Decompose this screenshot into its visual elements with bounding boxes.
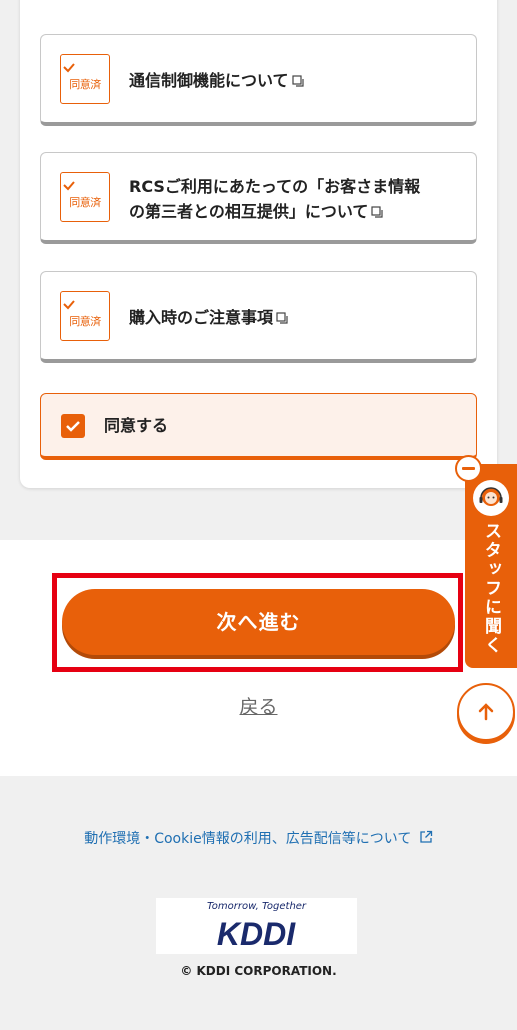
scroll-to-top-button[interactable]	[457, 683, 515, 741]
check-icon	[63, 181, 75, 191]
badge-label: 同意済	[69, 196, 101, 209]
external-doc-icon	[276, 312, 288, 324]
agree-checkbox-row[interactable]: 同意する	[40, 393, 477, 460]
agree-checkbox[interactable]	[61, 414, 85, 438]
badge-label: 同意済	[69, 315, 101, 328]
consent-title: 購入時のご注意事項	[129, 305, 289, 330]
consent-status-badge: 同意済	[60, 54, 110, 104]
external-link-icon	[420, 830, 432, 843]
consent-status-badge: 同意済	[60, 172, 110, 222]
page: 同意済 通信制御機能について 同意済 RCSご利用にあたっての「お客さま情報 の…	[0, 0, 517, 1030]
svg-text:KDDI: KDDI	[217, 916, 296, 952]
checkmark-icon	[66, 421, 80, 432]
minimize-icon[interactable]	[455, 455, 482, 482]
badge-label: 同意済	[69, 78, 101, 91]
consent-item-traffic-control[interactable]: 同意済 通信制御機能について	[40, 34, 477, 126]
consent-section: 同意済 通信制御機能について 同意済 RCSご利用にあたっての「お客さま情報 の…	[0, 0, 517, 540]
check-icon	[63, 63, 75, 73]
arrow-up-icon	[478, 703, 494, 721]
consent-title: 通信制御機能について	[129, 68, 305, 93]
check-icon	[63, 300, 75, 310]
consent-title: RCSご利用にあたっての「お客さま情報 の第三者との相互提供」について	[129, 177, 421, 221]
environment-cookie-link[interactable]: 動作環境・Cookie情報の利用、広告配信等について	[0, 828, 517, 848]
back-link[interactable]: 戻る	[0, 692, 517, 719]
copyright-text: © KDDI CORPORATION.	[180, 964, 337, 978]
consent-status-badge: 同意済	[60, 291, 110, 341]
logo-tagline: Tomorrow, Together	[206, 901, 307, 912]
external-doc-icon	[291, 75, 304, 87]
ask-staff-label: スタッフに聞く	[481, 522, 501, 655]
next-button[interactable]: 次へ進む	[62, 589, 455, 655]
consent-item-purchase-notes[interactable]: 同意済 購入時のご注意事項	[40, 271, 477, 363]
external-doc-icon	[371, 206, 383, 218]
kddi-logo: Tomorrow, Together KDDI	[156, 898, 357, 954]
agree-label: 同意する	[104, 416, 169, 435]
consent-item-rcs-info[interactable]: 同意済 RCSご利用にあたっての「お客さま情報 の第三者との相互提供」について	[40, 152, 477, 244]
staff-avatar-icon	[473, 480, 509, 516]
headset-icon	[479, 487, 503, 506]
